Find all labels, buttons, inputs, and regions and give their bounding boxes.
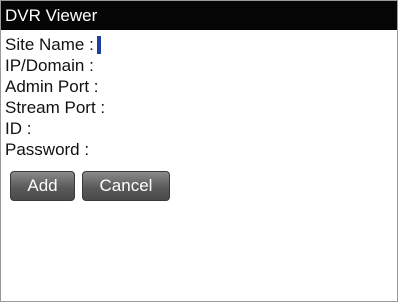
add-button[interactable]: Add [10, 171, 75, 201]
id-row[interactable]: ID : [5, 118, 393, 139]
site-name-row[interactable]: Site Name : [5, 34, 393, 55]
stream-port-label: Stream Port : [5, 98, 106, 117]
id-label: ID : [5, 119, 32, 138]
title-bar: DVR Viewer [1, 1, 397, 30]
admin-port-label: Admin Port : [5, 77, 99, 96]
stream-port-row[interactable]: Stream Port : [5, 97, 393, 118]
ip-domain-label: IP/Domain : [5, 56, 94, 75]
site-name-input[interactable] [96, 35, 101, 54]
stream-port-input[interactable] [108, 99, 112, 117]
site-form: Site Name : IP/Domain : Admin Port : Str… [5, 34, 393, 160]
password-input[interactable] [92, 141, 96, 159]
password-row[interactable]: Password : [5, 139, 393, 160]
admin-port-input[interactable] [102, 78, 106, 96]
action-buttons: Add Cancel [10, 171, 170, 201]
site-name-label: Site Name : [5, 35, 94, 54]
ip-domain-row[interactable]: IP/Domain : [5, 55, 393, 76]
dvr-viewer-screen: DVR Viewer Site Name : IP/Domain : Admin… [0, 0, 398, 302]
password-label: Password : [5, 140, 90, 159]
text-caret [96, 35, 101, 54]
ip-domain-input[interactable] [97, 57, 101, 75]
cancel-button[interactable]: Cancel [82, 171, 170, 201]
admin-port-row[interactable]: Admin Port : [5, 76, 393, 97]
id-input[interactable] [34, 120, 38, 138]
